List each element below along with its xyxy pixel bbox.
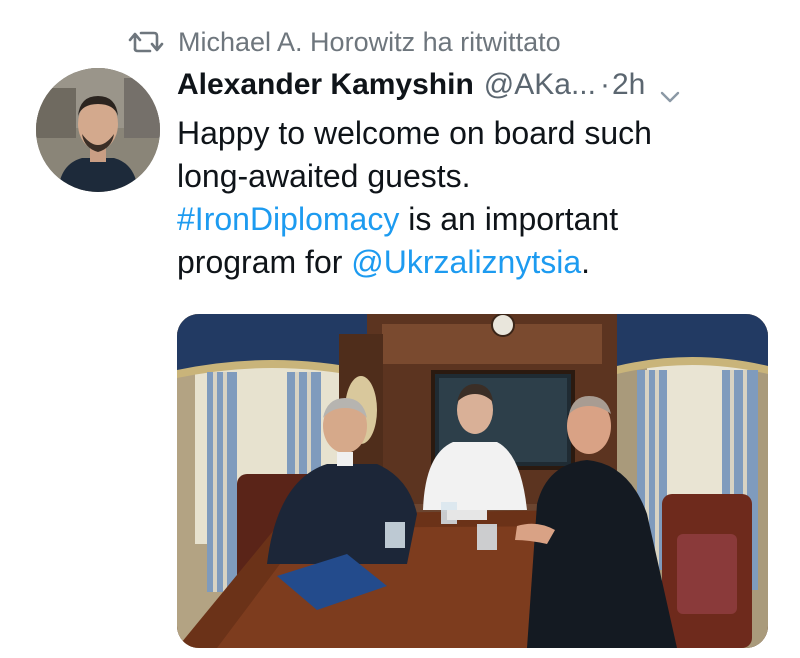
tweet-photo[interactable]	[177, 314, 768, 648]
tweet-text-segment: program for	[177, 244, 352, 280]
tweet-text-segment: .	[581, 244, 591, 280]
tweet-text-segment: is an important	[399, 201, 619, 237]
retweet-context-text[interactable]: Michael A. Horowitz ha ritwittato	[178, 27, 561, 58]
chevron-down-icon[interactable]	[659, 78, 681, 103]
author-display-name[interactable]: Alexander Kamyshin	[177, 68, 474, 102]
tweet-timestamp[interactable]: 2h	[612, 68, 645, 102]
tweet-text-line: #IronDiplomacy is an important	[177, 198, 777, 241]
tweet-text-line: long-awaited guests.	[177, 155, 777, 198]
avatar[interactable]	[36, 68, 160, 192]
tweet-text: Happy to welcome on board such long-awai…	[177, 112, 777, 284]
tweet-text-line: program for @Ukrzaliznytsia.	[177, 241, 777, 284]
tweet-text-segment: long-awaited guests.	[177, 158, 471, 194]
author-handle[interactable]: @AKa...	[484, 68, 596, 102]
tweet-text-line: Happy to welcome on board such	[177, 112, 777, 155]
separator-dot: ·	[599, 68, 610, 101]
hashtag-link[interactable]: #IronDiplomacy	[177, 201, 399, 237]
retweet-icon	[128, 29, 164, 55]
tweet-text-segment: Happy to welcome on board such	[177, 115, 652, 151]
mention-link[interactable]: @Ukrzaliznytsia	[351, 244, 581, 280]
retweet-context[interactable]: Michael A. Horowitz ha ritwittato	[128, 22, 561, 62]
tweet-header: Alexander Kamyshin @AKa... · 2h	[177, 62, 777, 108]
